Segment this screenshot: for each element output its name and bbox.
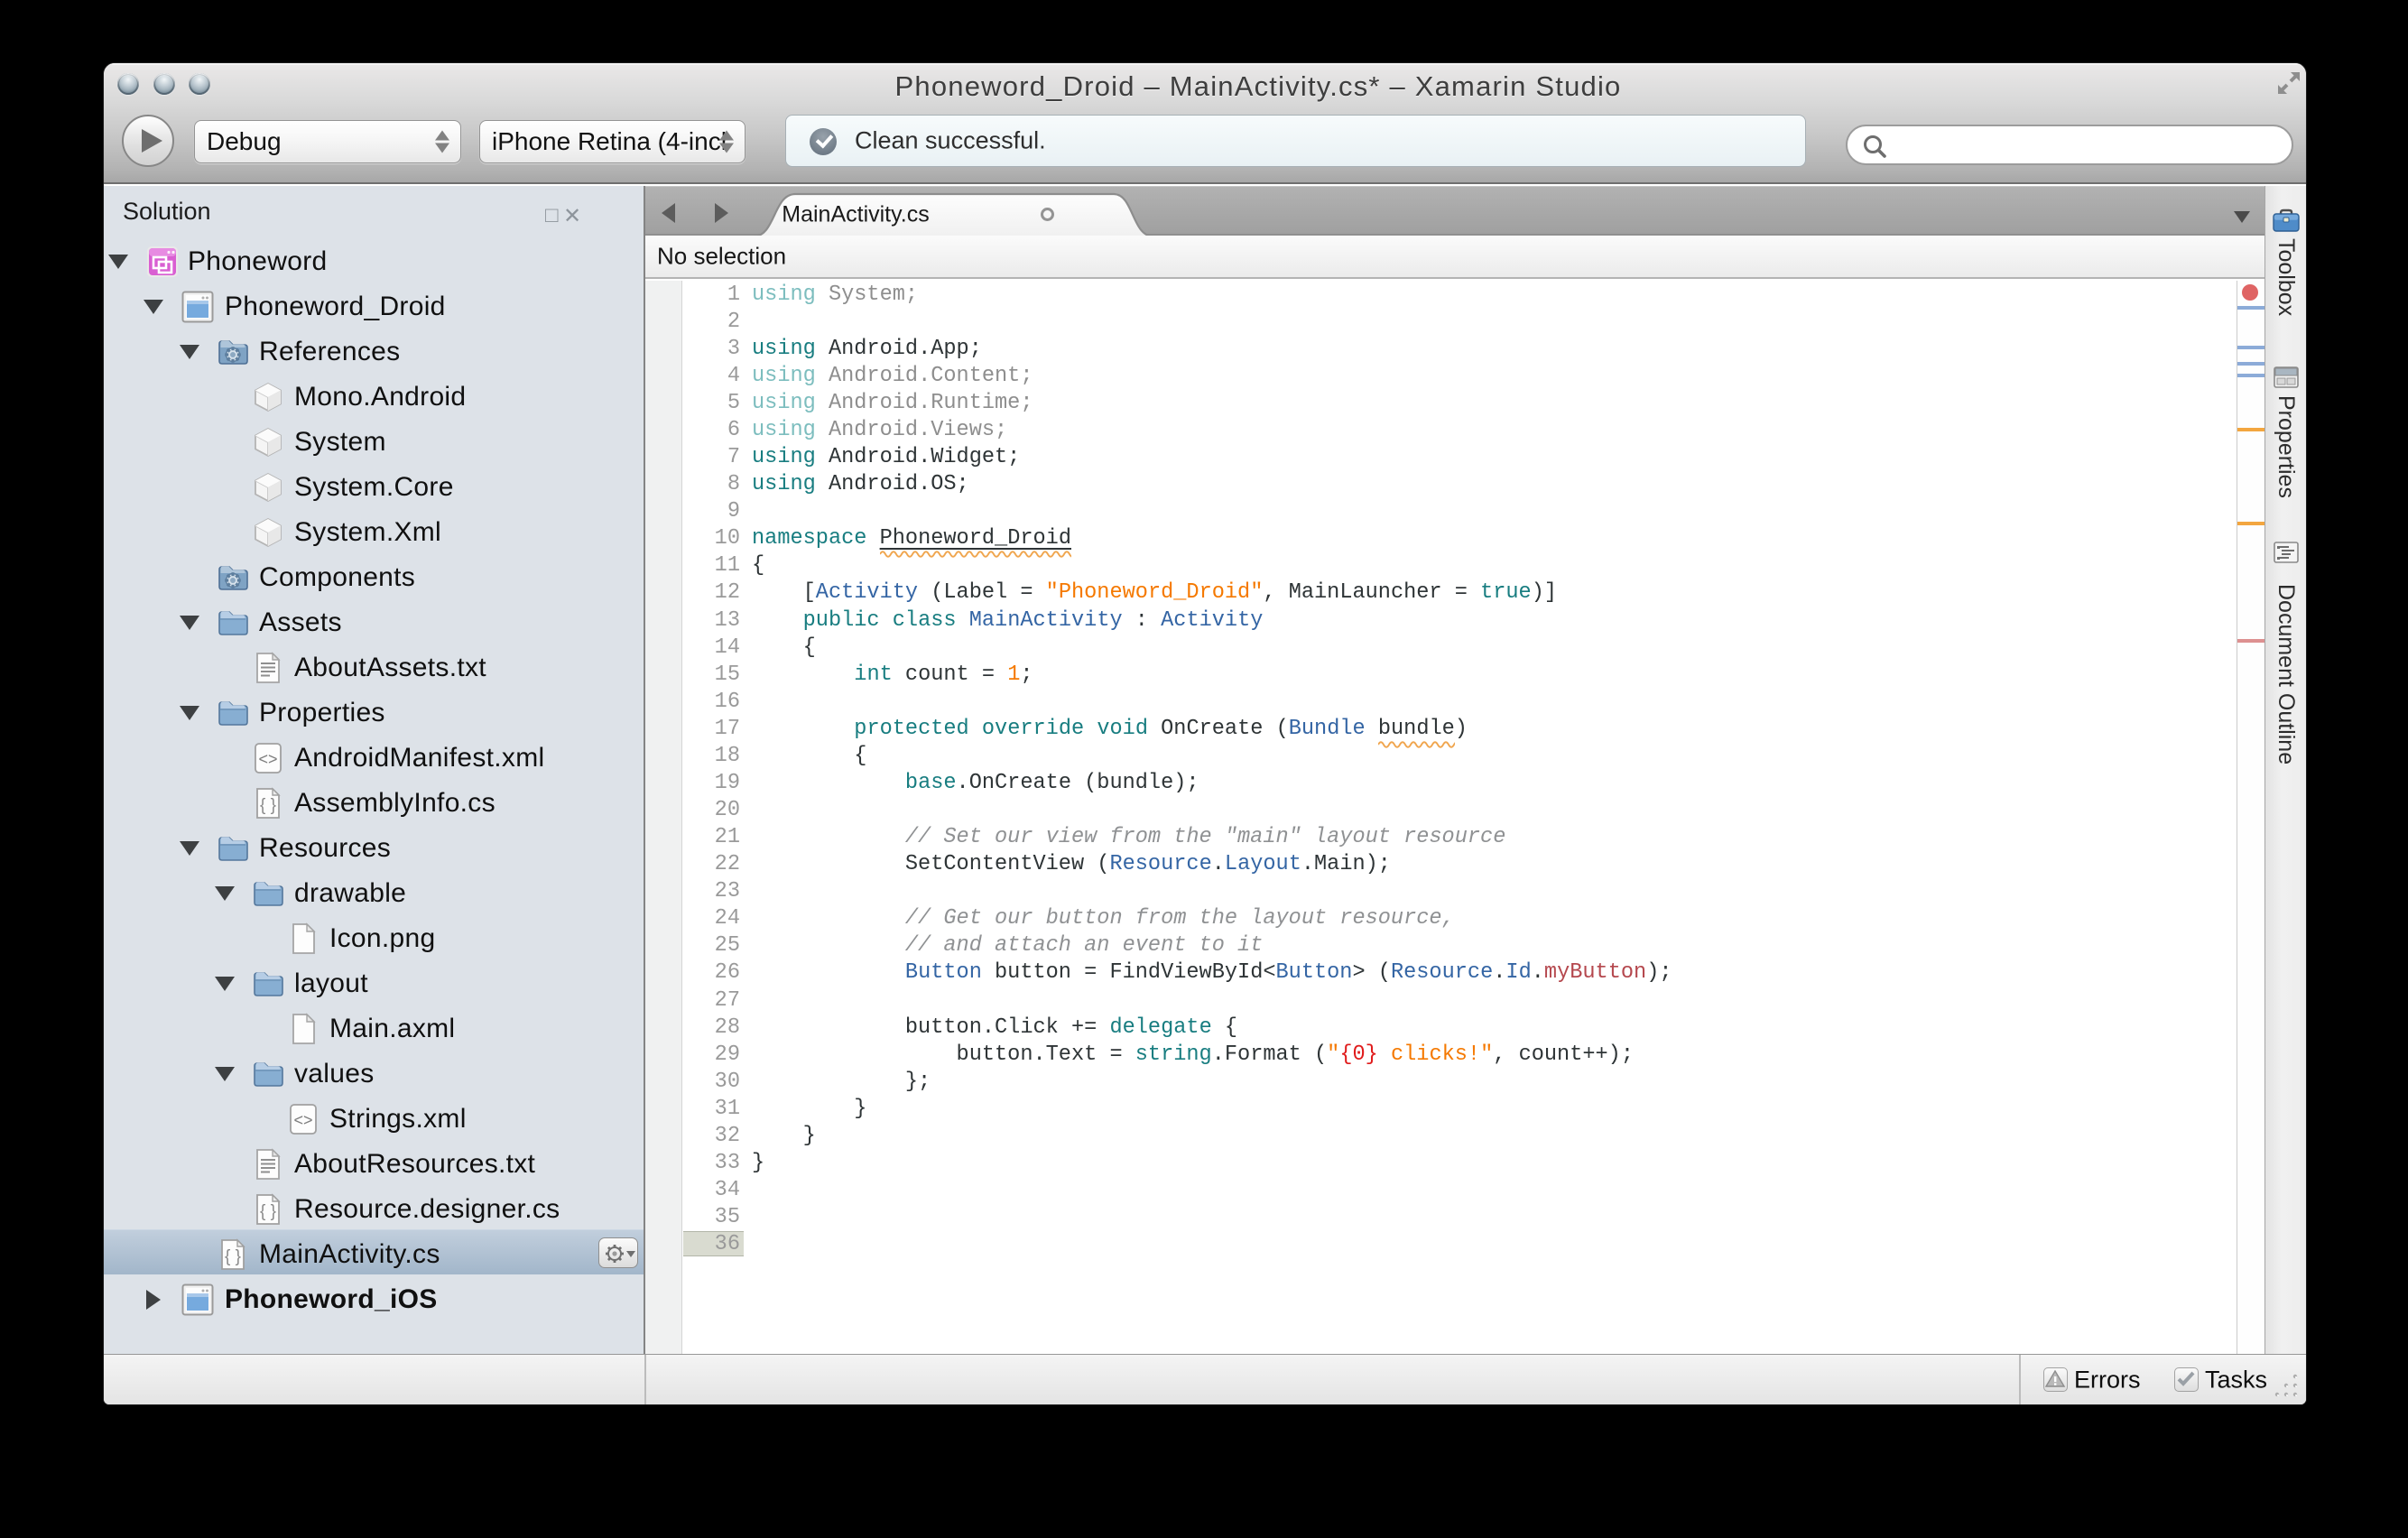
- svg-text:{ }: { }: [260, 1202, 276, 1221]
- svg-text:{ }: { }: [225, 1247, 241, 1266]
- svg-text:{ }: { }: [260, 796, 276, 815]
- svg-text:<>: <>: [258, 750, 277, 768]
- svg-text:<>: <>: [293, 1111, 312, 1129]
